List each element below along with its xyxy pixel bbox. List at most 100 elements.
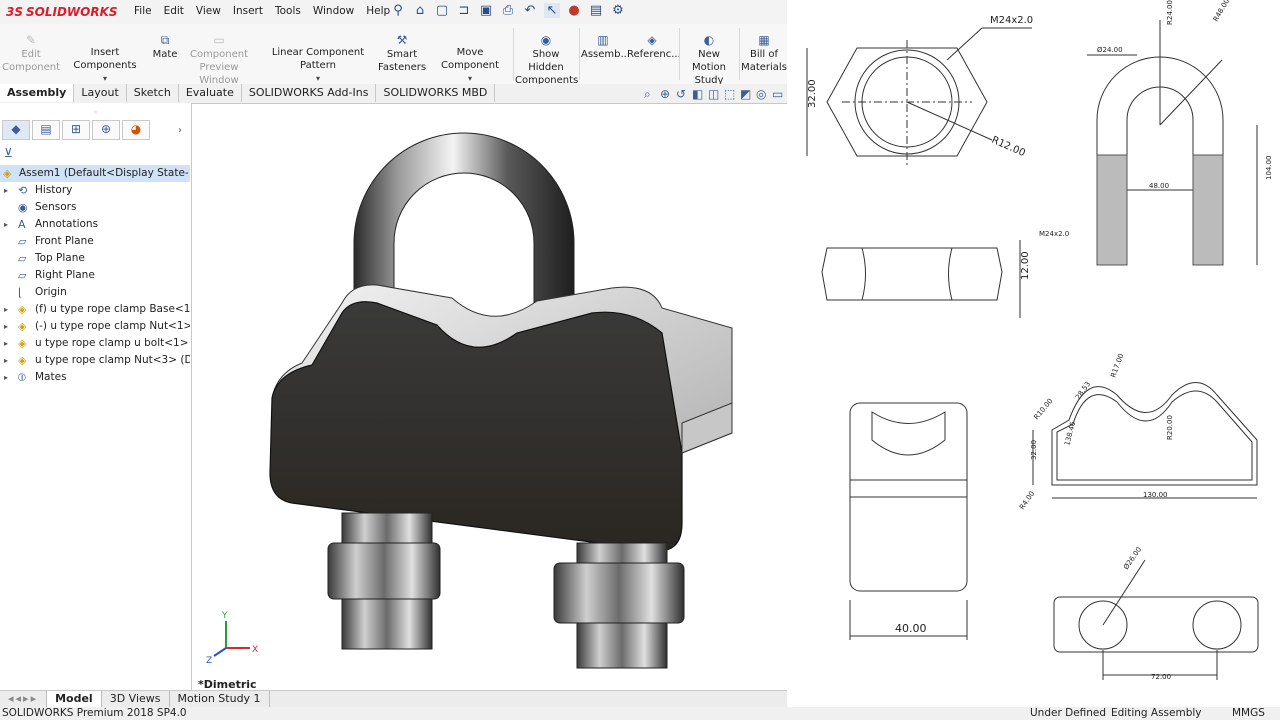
tree-item-label: Top Plane (35, 252, 85, 264)
graphics-area[interactable]: Y X Z (192, 103, 787, 690)
part-icon: ◈ (18, 354, 27, 367)
configuration-manager-tab-icon[interactable]: ⊞ (62, 120, 90, 140)
reference-geometry-button[interactable]: ◈ Referenc... (627, 34, 681, 61)
zoom-area-icon[interactable]: ⊕ (660, 87, 673, 102)
dim-nut-thickness: 12.00 (1020, 251, 1031, 280)
tab-scroll-icons[interactable]: ◂◂▸▸ (0, 691, 48, 708)
select-icon[interactable]: ↖ (544, 3, 560, 18)
tree-item[interactable]: ◉ Sensors (0, 199, 190, 216)
dim-nut-height: 32.00 (807, 79, 818, 108)
tabs-scroll-right-icon[interactable]: › (178, 125, 182, 136)
tab-mbd[interactable]: SOLIDWORKS MBD (376, 84, 496, 102)
origin-icon: ⌊ (18, 286, 23, 299)
expand-arrow-icon[interactable]: ▸ (4, 301, 8, 318)
tree-item[interactable]: ▸ ◈ (-) u type rope clamp Nut<1> (De (0, 318, 190, 335)
u-bolt-model[interactable] (353, 132, 575, 304)
menu-insert[interactable]: Insert (227, 5, 269, 17)
tree-item-label: Sensors (35, 201, 77, 213)
linear-pattern-button[interactable]: Linear Component Pattern ▾ (258, 46, 378, 86)
expand-arrow-icon[interactable]: ▸ (4, 318, 8, 335)
view-settings-icon[interactable]: ▭ (772, 87, 785, 102)
component-preview-button[interactable]: ▭ Component Preview Window (182, 34, 256, 87)
menu-tools[interactable]: Tools (269, 5, 307, 17)
expand-arrow-icon[interactable]: ▸ (4, 352, 8, 369)
pin-icon[interactable]: ⚲ (390, 3, 406, 18)
menu-edit[interactable]: Edit (158, 5, 190, 17)
options-icon[interactable]: ⚙ (610, 3, 626, 18)
dimxpert-tab-icon[interactable]: ⊕ (92, 120, 120, 140)
insert-components-button[interactable]: Insert Components ▾ (61, 46, 149, 86)
status-units[interactable]: MMGS (1232, 707, 1265, 720)
dim-bolt-gap: 48.00 (1149, 182, 1169, 190)
edit-component-button[interactable]: ✎ Edit Component (2, 34, 60, 74)
tree-item[interactable]: ⌊ Origin (0, 284, 190, 301)
plane-icon: ▱ (18, 269, 27, 282)
dynamic-annotation-icon[interactable]: ◫ (708, 87, 721, 102)
status-product: SOLIDWORKS Premium 2018 SP4.0 (2, 707, 187, 719)
tab-layout[interactable]: Layout (74, 84, 127, 102)
save-icon[interactable]: ▣ (478, 3, 494, 18)
previous-view-icon[interactable]: ↺ (676, 87, 689, 102)
section-view-icon[interactable]: ◧ (692, 87, 705, 102)
tree-item-label: Origin (35, 286, 67, 298)
smart-fasteners-button[interactable]: ⚒ Smart Fasteners (378, 34, 426, 74)
tab-assembly[interactable]: Assembly (0, 84, 75, 102)
tab-evaluate[interactable]: Evaluate (179, 84, 242, 102)
bill-of-materials-button[interactable]: ▦ Bill of Materials (741, 34, 787, 74)
tab-motion-study[interactable]: Motion Study 1 (170, 691, 270, 708)
tree-item[interactable]: ▸ A Annotations (0, 216, 190, 233)
view-orientation-icon[interactable]: ⬚ (724, 87, 737, 102)
new-icon[interactable]: ▢ (434, 3, 450, 18)
new-motion-study-button[interactable]: ◐ New Motion Study (681, 34, 737, 87)
property-manager-tab-icon[interactable]: ▤ (32, 120, 60, 140)
menu-file[interactable]: File (128, 5, 158, 17)
tree-item[interactable]: ▸ ⟲ History (0, 182, 190, 199)
print-icon[interactable]: ⎙ (500, 3, 516, 18)
clamp-base-model[interactable] (269, 284, 733, 552)
expand-arrow-icon[interactable]: ▸ (4, 216, 8, 233)
mate-button[interactable]: ⧉ Mate (150, 34, 180, 61)
nut-left-model[interactable] (327, 512, 441, 650)
expand-arrow-icon[interactable]: ▸ (4, 335, 8, 352)
dim-bolt-r24: R24.00 (1166, 0, 1174, 25)
assembly-features-icon: ▥ (597, 33, 609, 47)
rebuild-icon[interactable]: ● (566, 3, 582, 18)
open-icon[interactable]: ⊐ (456, 3, 472, 18)
solidworks-logo[interactable]: 3S SOLIDWORKS (6, 3, 118, 21)
tree-item-label: Right Plane (35, 269, 95, 281)
filter-icon[interactable]: ⊻ (4, 146, 13, 160)
tree-root-assembly[interactable]: ◈ Assem1 (Default<Display State-1>) (0, 165, 190, 182)
tab-addins[interactable]: SOLIDWORKS Add-Ins (242, 84, 377, 102)
expand-arrow-icon[interactable]: ▸ (4, 369, 8, 386)
undo-icon[interactable]: ↶ (522, 3, 538, 18)
display-style-icon[interactable]: ◩ (740, 87, 753, 102)
tree-item[interactable]: ▸ ◈ u type rope clamp u bolt<1> (De (0, 335, 190, 352)
menu-view[interactable]: View (190, 5, 227, 17)
assembly-features-button[interactable]: ▥ Assemb... (581, 33, 630, 61)
move-component-button[interactable]: Move Component ▾ (428, 46, 512, 86)
manager-tabs: ◆ ▤ ⊞ ⊕ ◕ (2, 120, 150, 140)
tree-item[interactable]: ▸ ◈ u type rope clamp Nut<3> (Defa (0, 352, 190, 369)
tree-item[interactable]: ▱ Front Plane (0, 233, 190, 250)
tab-3d-views[interactable]: 3D Views (102, 691, 170, 708)
file-properties-icon[interactable]: ▤ (588, 3, 604, 18)
feature-manager-tab-icon[interactable]: ◆ (2, 120, 30, 140)
tree-item[interactable]: ▱ Top Plane (0, 250, 190, 267)
tree-item[interactable]: ▱ Right Plane (0, 267, 190, 284)
home-icon[interactable]: ⌂ (412, 3, 428, 18)
tree-item[interactable]: ▸ ◈ (f) u type rope clamp Base<1> (D (0, 301, 190, 318)
show-hidden-button[interactable]: ◉ Show Hidden Components (515, 34, 578, 87)
nut-right-model[interactable] (553, 542, 685, 669)
menu-window[interactable]: Window (307, 5, 360, 17)
tab-model[interactable]: Model (47, 691, 102, 708)
zoom-to-fit-icon[interactable]: ⌕ (644, 87, 657, 102)
tree-item-label: u type rope clamp u bolt<1> (De (35, 337, 190, 349)
tree-item[interactable]: ▸ ⦶ Mates (0, 369, 190, 386)
expand-arrow-icon[interactable]: ▸ (4, 182, 8, 199)
display-manager-tab-icon[interactable]: ◕ (122, 120, 150, 140)
tab-sketch[interactable]: Sketch (127, 84, 179, 102)
ds-logo-icon: 3S (6, 5, 23, 19)
ribbon-separator (579, 28, 580, 80)
hide-show-icon[interactable]: ◎ (756, 87, 769, 102)
panel-splitter-handle[interactable]: ◦ (93, 108, 98, 117)
